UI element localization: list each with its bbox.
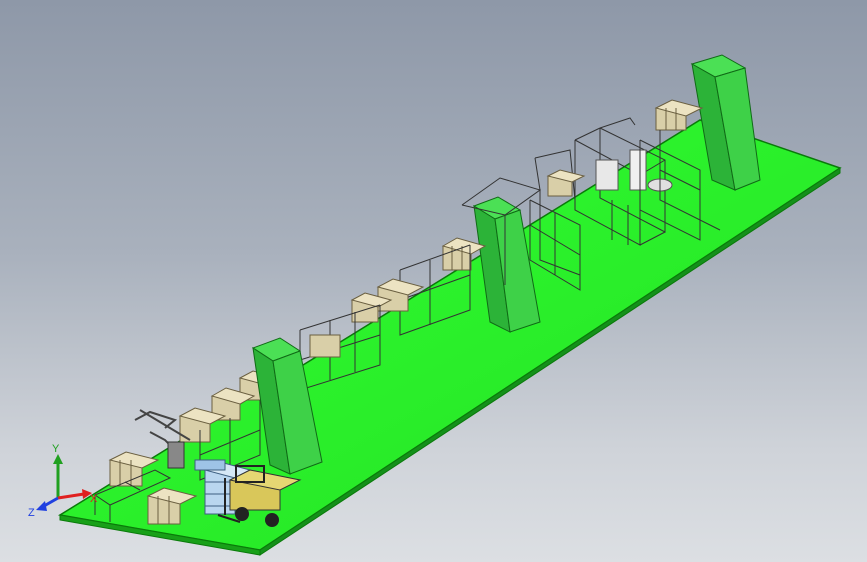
z-axis-label: Z <box>28 507 35 519</box>
y-axis-label: Y <box>52 443 60 455</box>
orientation-triad: Y X Z <box>28 443 98 519</box>
z-axis-arrow <box>43 496 59 508</box>
x-axis-arrow <box>57 492 85 500</box>
model-viewport[interactable] <box>0 0 867 562</box>
pallet-stack-center-low[interactable] <box>194 459 226 471</box>
x-axis-label: X <box>90 493 98 505</box>
pallet-stack-mid-far[interactable] <box>546 169 586 197</box>
y-axis-head <box>53 454 63 464</box>
z-axis-head <box>36 501 47 511</box>
